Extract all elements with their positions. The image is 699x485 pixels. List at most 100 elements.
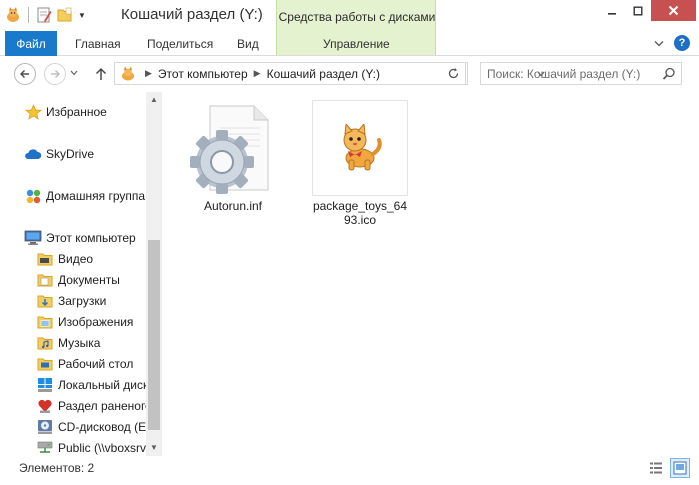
tab-share[interactable]: Поделиться [147,31,213,56]
file-thumbnail [185,100,281,196]
sidebar-item-cd-drive[interactable]: CD-дисковод (E: [36,417,149,437]
maximize-button[interactable] [625,0,651,21]
file-name: Autorun.inf [203,199,263,213]
toolbar-divider [28,7,29,23]
scrollbar-thumb[interactable] [148,240,160,430]
homegroup-icon [24,187,42,205]
file-name: package_toys_6493.ico [312,199,408,227]
sidebar-item-downloads[interactable]: Загрузки [36,291,106,311]
pictures-folder-icon [36,313,54,331]
breadcrumb-separator-icon[interactable]: ▶ [254,68,261,79]
music-folder-icon [36,334,54,352]
sidebar-group-skydrive[interactable]: SkyDrive [24,144,94,164]
breadcrumb-this-pc[interactable]: Этот компьютер [158,67,248,81]
scroll-down-icon[interactable]: ▼ [146,440,162,454]
large-icons-view-icon [673,461,687,475]
sidebar-item-pictures[interactable]: Изображения [36,312,133,332]
computer-icon [24,229,42,247]
search-icon[interactable] [661,66,677,82]
address-bar[interactable]: ▶ Этот компьютер ▶ Кошачий раздел (Y:) [114,62,545,85]
sidebar-group-label: SkyDrive [46,147,95,161]
tab-view[interactable]: Вид [237,31,259,56]
expand-ribbon-button[interactable] [652,35,666,51]
sidebar-item-video[interactable]: Видео [36,249,93,269]
sidebar-item-label: Изображения [58,315,134,329]
cat-drive-icon [117,64,139,84]
refresh-button[interactable] [442,62,466,85]
arrow-left-icon [20,70,29,78]
sidebar-item-label: Раздел раненого [58,399,152,413]
heart-drive-icon [36,397,54,415]
sidebar-group-favorites[interactable]: Избранное [24,102,107,122]
file-thumbnail [312,100,408,196]
cd-drive-icon [36,418,54,436]
sidebar-item-label: Музыка [58,336,101,350]
search-input[interactable]: Поиск: Кошачий раздел (Y:) [480,62,682,85]
title-bar: ▼ Кошачий раздел (Y:) Средства работы с … [0,0,699,56]
sidebar-item-music[interactable]: Музыка [36,333,100,353]
ribbon-tabs: Файл Главная Поделиться Вид Управление ? [0,31,699,56]
star-icon [24,103,42,121]
sidebar-group-this-pc[interactable]: Этот компьютер [24,228,136,248]
sidebar-item-label: Рабочий стол [58,357,134,371]
chevron-down-icon [654,40,664,46]
chevron-down-icon [70,70,78,76]
scroll-up-icon[interactable]: ▲ [146,92,162,106]
sidebar-group-label: Этот компьютер [46,231,136,245]
sidebar-item-desktop[interactable]: Рабочий стол [36,354,133,374]
tab-home[interactable]: Главная [75,31,121,56]
cloud-icon [24,145,42,163]
cat-drive-icon[interactable] [4,6,22,24]
minimize-button[interactable] [599,0,625,21]
customize-toolbar-icon[interactable]: ▼ [77,7,87,23]
sidebar-item-label: Public (\\vboxsrv [58,441,147,455]
windows-drive-icon [36,376,54,394]
properties-icon[interactable] [35,6,53,24]
network-drive-icon [36,439,54,456]
desktop-folder-icon [36,355,54,373]
sidebar-scrollbar[interactable]: ▲ ▼ [146,92,162,456]
file-list[interactable]: Autorun.inf package_toys_6493.ico [162,92,699,456]
minimize-icon [608,12,616,15]
sidebar-item-wounded-partition[interactable]: Раздел раненого [36,396,152,416]
large-icons-view-button[interactable] [670,458,690,478]
sidebar-item-label: Видео [58,252,94,266]
downloads-folder-icon [36,292,54,310]
details-view-button[interactable] [647,459,665,477]
context-tab-title: Средства работы с дисками [278,10,436,24]
sidebar-group-label: Избранное [46,105,107,119]
item-count: Элементов: 2 [19,461,95,475]
refresh-icon [448,68,459,79]
new-folder-icon[interactable] [56,6,74,24]
arrow-right-icon [51,70,60,78]
help-button[interactable]: ? [674,35,690,51]
sidebar-item-documents[interactable]: Документы [36,270,120,290]
recent-locations-button[interactable] [69,67,79,79]
tab-file[interactable]: Файл [5,31,57,56]
sidebar-item-label: Загрузки [58,294,107,308]
breadcrumb-separator-icon[interactable]: ▶ [145,68,152,79]
sidebar-item-network-share[interactable]: Public (\\vboxsrv [36,438,146,456]
file-item-package-toys[interactable]: package_toys_6493.ico [312,100,408,227]
up-button[interactable] [92,64,110,84]
video-folder-icon [36,250,54,268]
search-placeholder: Поиск: Кошачий раздел (Y:) [487,67,641,81]
forward-button[interactable] [44,63,66,85]
status-bar: Элементов: 2 [0,456,699,485]
settings-file-icon [190,105,269,194]
window-title: Кошачий раздел (Y:) [121,6,263,23]
arrow-up-icon [95,67,107,80]
tab-manage[interactable]: Управление [323,31,390,56]
sidebar-group-homegroup[interactable]: Домашняя группа [24,186,145,206]
sidebar-item-label: Документы [58,273,120,287]
sidebar-item-local-disk[interactable]: Локальный диск [36,375,148,395]
sidebar-item-label: CD-дисковод (E: [58,420,150,434]
file-item-autorun[interactable]: Autorun.inf [185,100,281,213]
back-button[interactable] [14,63,36,85]
documents-folder-icon [36,271,54,289]
close-button[interactable] [651,0,696,21]
sidebar-item-label: Локальный диск [58,378,149,392]
details-view-icon [650,462,662,474]
breadcrumb-current-drive[interactable]: Кошачий раздел (Y:) [267,67,380,81]
cat-icon [343,124,382,171]
